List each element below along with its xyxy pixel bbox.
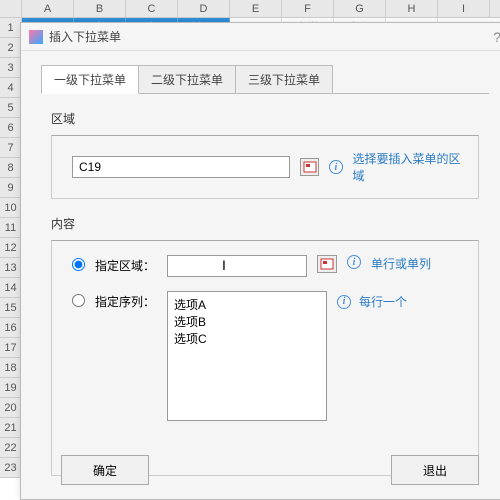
radio-seq-label: 指定序列：	[95, 291, 157, 310]
info-icon: i	[337, 295, 351, 309]
row-header[interactable]: 18	[0, 358, 22, 378]
row-header[interactable]: 13	[0, 258, 22, 278]
dialog-title: 插入下拉菜单	[49, 28, 493, 45]
col-header[interactable]: I	[438, 0, 490, 17]
col-header[interactable]: G	[334, 0, 386, 17]
area-hint: 单行或单列	[371, 255, 431, 272]
radio-specify-area[interactable]	[72, 258, 85, 271]
row-header[interactable]: 12	[0, 238, 22, 258]
range-picker-icon	[303, 161, 317, 173]
row-header[interactable]: 21	[0, 418, 22, 438]
row-header[interactable]: 2	[0, 38, 22, 58]
tab-level2[interactable]: 二级下拉菜单	[138, 65, 236, 94]
col-header[interactable]: F	[282, 0, 334, 17]
tab-strip: 一级下拉菜单 二级下拉菜单 三级下拉菜单	[41, 65, 500, 94]
row-header[interactable]: 3	[0, 58, 22, 78]
row-header[interactable]: 10	[0, 198, 22, 218]
row-header[interactable]: 4	[0, 78, 22, 98]
insert-dropdown-dialog: 插入下拉菜单 ? 一级下拉菜单 二级下拉菜单 三级下拉菜单 区域 i 选择要插入…	[20, 22, 500, 500]
range-picker-button[interactable]	[300, 158, 319, 176]
ok-button[interactable]: 确定	[61, 455, 149, 485]
radio-area-label: 指定区域：	[95, 255, 157, 274]
text-cursor-icon: I	[222, 257, 226, 273]
radio-specify-sequence[interactable]	[72, 294, 85, 307]
range-picker-icon	[320, 258, 334, 270]
area-input[interactable]	[167, 255, 307, 277]
info-icon: i	[329, 160, 342, 174]
row-header[interactable]: 23	[0, 458, 22, 478]
col-header[interactable]: C	[126, 0, 178, 17]
row-header[interactable]: 20	[0, 398, 22, 418]
help-icon[interactable]: ?	[493, 29, 500, 45]
col-header[interactable]: A	[22, 0, 74, 17]
row-header[interactable]: 1	[0, 18, 22, 38]
info-icon: i	[347, 255, 361, 269]
row-header[interactable]: 8	[0, 158, 22, 178]
row-header[interactable]: 15	[0, 298, 22, 318]
app-icon	[29, 30, 43, 44]
region-section-label: 区域	[51, 110, 479, 127]
region-input[interactable]	[72, 156, 290, 178]
seq-hint: 每行一个	[359, 293, 407, 310]
row-header[interactable]: 17	[0, 338, 22, 358]
col-header[interactable]: D	[178, 0, 230, 17]
row-header[interactable]: 16	[0, 318, 22, 338]
row-header[interactable]: 9	[0, 178, 22, 198]
tab-level3[interactable]: 三级下拉菜单	[235, 65, 333, 94]
row-header[interactable]: 5	[0, 98, 22, 118]
row-header[interactable]: 22	[0, 438, 22, 458]
col-header[interactable]: B	[74, 0, 126, 17]
col-header[interactable]: E	[230, 0, 282, 17]
corner-cell[interactable]	[0, 0, 22, 17]
row-header[interactable]: 19	[0, 378, 22, 398]
row-header[interactable]: 14	[0, 278, 22, 298]
row-header[interactable]: 7	[0, 138, 22, 158]
dialog-titlebar[interactable]: 插入下拉菜单 ?	[21, 23, 500, 51]
tab-level1[interactable]: 一级下拉菜单	[41, 65, 139, 94]
exit-button[interactable]: 退出	[391, 455, 479, 485]
content-section-label: 内容	[51, 215, 479, 232]
col-header[interactable]: H	[386, 0, 438, 17]
region-hint: 选择要插入菜单的区域	[353, 150, 466, 184]
row-header[interactable]: 6	[0, 118, 22, 138]
row-header[interactable]: 11	[0, 218, 22, 238]
sequence-textarea[interactable]	[167, 291, 327, 421]
range-picker-button[interactable]	[317, 255, 337, 273]
